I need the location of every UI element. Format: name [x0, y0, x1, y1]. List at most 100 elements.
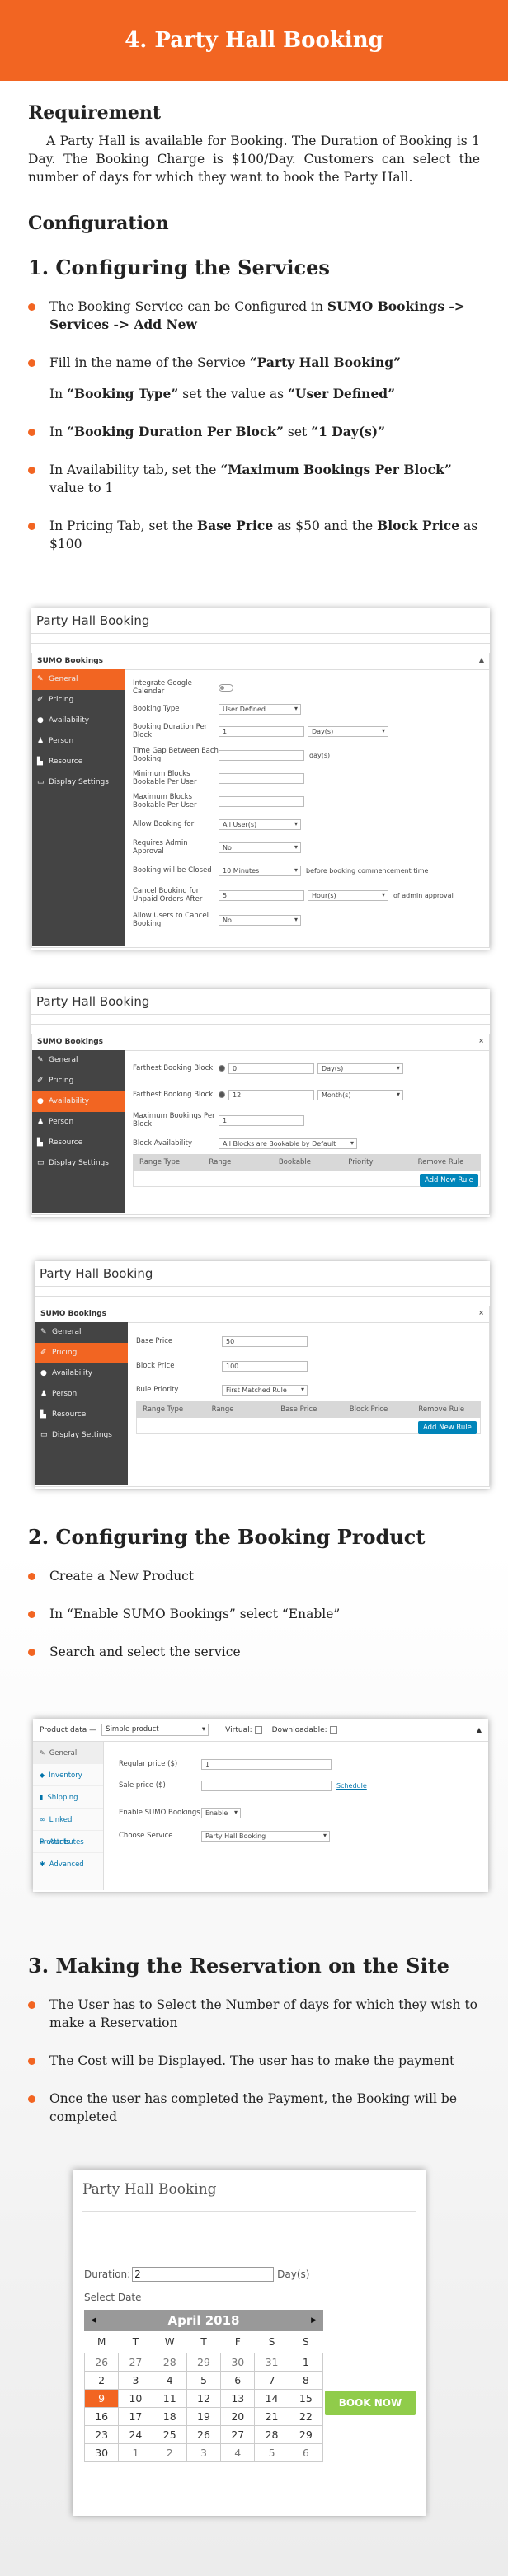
block-price-input[interactable]: 100: [222, 1360, 308, 1372]
time-gap-input[interactable]: [219, 749, 304, 761]
duration-input[interactable]: 2: [132, 2267, 275, 2282]
calendar-day[interactable]: 21: [254, 2406, 289, 2426]
calendar-day[interactable]: 25: [152, 2424, 187, 2444]
collapse-icon[interactable]: ▲: [479, 656, 484, 664]
max-bookings-input[interactable]: 1: [219, 1114, 304, 1126]
calendar-day[interactable]: 24: [118, 2424, 153, 2444]
calendar-day[interactable]: 3: [118, 2370, 153, 2390]
tab-pricing[interactable]: ✐ Pricing: [32, 690, 125, 711]
downloadable-checkbox[interactable]: [329, 1726, 337, 1734]
calendar-day[interactable]: 3: [186, 2442, 222, 2462]
calendar-day[interactable]: 27: [118, 2352, 153, 2372]
calendar-day[interactable]: 20: [220, 2406, 256, 2426]
tab-general[interactable]: ✎ General: [32, 1050, 125, 1071]
schedule-link[interactable]: Schedule: [336, 1782, 367, 1790]
tab-display-settings[interactable]: ▭ Display Settings: [35, 1425, 128, 1446]
selected-day[interactable]: 9: [83, 2388, 120, 2408]
collapse-icon[interactable]: ▲: [477, 1726, 482, 1734]
panel-header[interactable]: SUMO Bookings ×: [32, 1034, 489, 1051]
panel-header[interactable]: SUMO Bookings ▲: [32, 653, 489, 670]
tab-availability[interactable]: ● Availability: [35, 1363, 128, 1384]
virtual-checkbox[interactable]: [254, 1726, 262, 1734]
allow-cancel-select[interactable]: No: [219, 914, 301, 926]
tab-shipping[interactable]: ▮ Shipping: [33, 1786, 103, 1809]
calendar-day[interactable]: 10: [118, 2388, 153, 2408]
calendar-day[interactable]: 30: [220, 2352, 256, 2372]
booking-type-select[interactable]: User Defined: [219, 703, 301, 715]
tab-pricing[interactable]: ✐ Pricing: [32, 1071, 125, 1091]
farthest-days-input[interactable]: 0: [228, 1063, 314, 1074]
calendar-day[interactable]: 16: [83, 2406, 120, 2426]
farthest-months-input[interactable]: 12: [228, 1089, 314, 1100]
block-availability-select[interactable]: All Blocks are Bookable by Default: [219, 1138, 357, 1149]
calendar-day[interactable]: 17: [118, 2406, 153, 2426]
min-blocks-input[interactable]: [219, 772, 304, 784]
calendar-day[interactable]: 29: [186, 2352, 222, 2372]
tab-resource[interactable]: ▙ Resource: [32, 1133, 125, 1153]
calendar-day[interactable]: 11: [152, 2388, 187, 2408]
tab-general[interactable]: ✎ General: [35, 1322, 128, 1343]
tab-pricing[interactable]: ✐ Pricing: [35, 1343, 128, 1363]
tab-display-settings[interactable]: ▭ Display Settings: [32, 1153, 125, 1174]
tab-inventory[interactable]: ◆ Inventory: [33, 1764, 103, 1786]
farthest-days-unit-select[interactable]: Day(s): [318, 1063, 403, 1074]
calendar-day[interactable]: 28: [152, 2352, 187, 2372]
calendar-day[interactable]: 28: [254, 2424, 289, 2444]
calendar-day[interactable]: 13: [220, 2388, 256, 2408]
tab-display-settings[interactable]: ▭ Display Settings: [32, 772, 125, 793]
tab-resource[interactable]: ▙ Resource: [32, 752, 125, 772]
booking-closed-select[interactable]: 10 Minutes: [219, 865, 301, 876]
tab-linked-products[interactable]: ∞ Linked Products: [33, 1809, 103, 1846]
farthest-months-unit-select[interactable]: Month(s): [318, 1089, 403, 1100]
calendar-day[interactable]: 5: [254, 2442, 289, 2462]
calendar-day[interactable]: 31: [254, 2352, 289, 2372]
choose-service-select[interactable]: Party Hall Booking: [201, 1830, 330, 1842]
calendar-day[interactable]: 4: [152, 2370, 187, 2390]
calendar-day[interactable]: 26: [83, 2352, 120, 2372]
toggle-switch[interactable]: [219, 683, 233, 692]
tab-person[interactable]: ♟ Person: [32, 1112, 125, 1133]
prev-month-icon[interactable]: ◀: [91, 2316, 96, 2325]
calendar-day[interactable]: 7: [254, 2370, 289, 2390]
tab-general[interactable]: ✎ General: [32, 669, 125, 690]
tab-advanced[interactable]: ✱ Advanced: [33, 1853, 103, 1875]
calendar-day[interactable]: 19: [186, 2406, 222, 2426]
product-type-select[interactable]: Simple product: [101, 1724, 209, 1736]
tab-attributes[interactable]: ≡ Attributes: [33, 1831, 103, 1853]
calendar-day[interactable]: 22: [288, 2406, 324, 2426]
tab-general[interactable]: ✎ General: [33, 1742, 103, 1764]
add-new-rule-button[interactable]: Add New Rule: [418, 1421, 477, 1434]
calendar-day[interactable]: 12: [186, 2388, 222, 2408]
cancel-unit-select[interactable]: Hour(s): [308, 889, 388, 901]
sale-price-input[interactable]: [201, 1780, 332, 1791]
calendar-day[interactable]: 6: [220, 2370, 256, 2390]
collapse-icon[interactable]: ×: [478, 1309, 484, 1316]
enable-sumo-select[interactable]: Enable: [201, 1807, 241, 1818]
calendar-day[interactable]: 6: [288, 2442, 324, 2462]
book-now-button[interactable]: BOOK NOW: [325, 2391, 416, 2415]
calendar-day[interactable]: 26: [186, 2424, 222, 2444]
calendar-day[interactable]: 1: [118, 2442, 153, 2462]
calendar-day[interactable]: 15: [288, 2388, 324, 2408]
calendar-day[interactable]: 2: [83, 2370, 120, 2390]
next-month-icon[interactable]: ▶: [311, 2316, 317, 2325]
add-new-rule-button[interactable]: Add New Rule: [420, 1174, 478, 1187]
tab-resource[interactable]: ▙ Resource: [35, 1405, 128, 1425]
radio-icon[interactable]: [219, 1065, 225, 1072]
tab-availability[interactable]: ● Availability: [32, 1091, 125, 1112]
max-blocks-input[interactable]: [219, 795, 304, 807]
base-price-input[interactable]: 50: [222, 1335, 308, 1347]
allow-booking-select[interactable]: All User(s): [219, 819, 301, 830]
rule-priority-select[interactable]: First Matched Rule: [222, 1384, 308, 1396]
calendar-day[interactable]: 2: [152, 2442, 187, 2462]
duration-unit-select[interactable]: Day(s): [308, 725, 388, 737]
regular-price-input[interactable]: 1: [201, 1758, 332, 1770]
calendar-day[interactable]: 1: [288, 2352, 324, 2372]
calendar-day[interactable]: 18: [152, 2406, 187, 2426]
calendar-day[interactable]: 27: [220, 2424, 256, 2444]
calendar-day[interactable]: 30: [83, 2442, 120, 2462]
tab-availability[interactable]: ● Availability: [32, 711, 125, 731]
collapse-icon[interactable]: ×: [478, 1037, 484, 1044]
calendar-day[interactable]: 8: [288, 2370, 324, 2390]
calendar-day[interactable]: 23: [83, 2424, 120, 2444]
